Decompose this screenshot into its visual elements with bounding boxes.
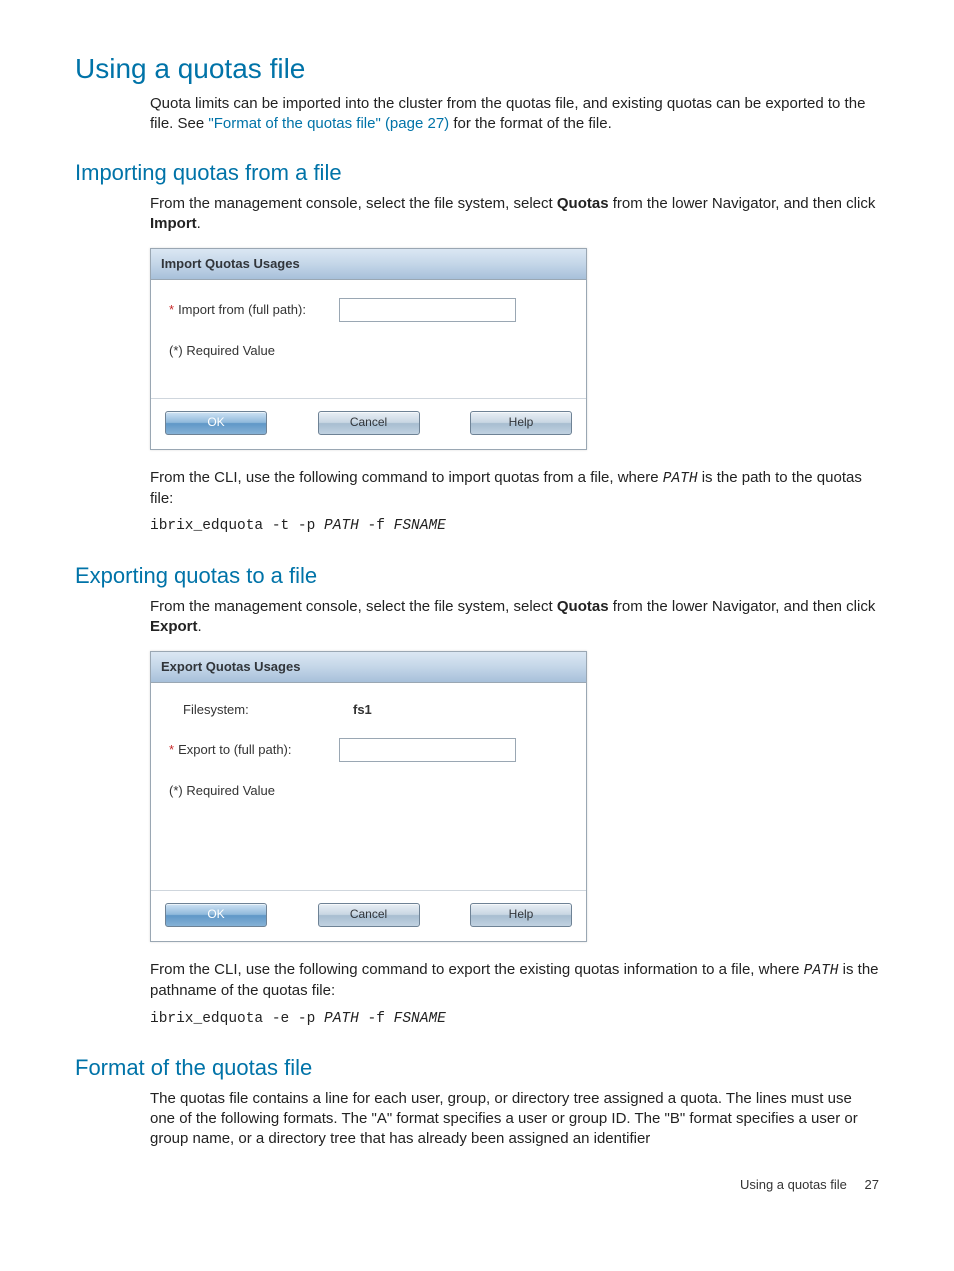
text: . <box>197 215 201 232</box>
cmd-text: -f <box>359 518 394 534</box>
export-label: Export <box>150 618 198 635</box>
export-quotas-dialog: Export Quotas Usages Filesystem: fs1 * Ex… <box>150 651 587 942</box>
text: From the CLI, use the following command … <box>150 469 663 486</box>
cmd-var: FSNAME <box>394 518 446 534</box>
text: From the management console, select the … <box>150 195 557 212</box>
help-button[interactable]: Help <box>470 411 572 435</box>
export-command: ibrix_edquota -e -p PATH -f FSNAME <box>150 1010 879 1030</box>
import-paragraph: From the management console, select the … <box>150 194 879 235</box>
page-title: Using a quotas file <box>75 50 879 88</box>
required-value-note: (*) Required Value <box>169 342 568 360</box>
filesystem-value: fs1 <box>353 701 372 719</box>
export-to-label: * Export to (full path): <box>169 741 339 759</box>
cmd-text: ibrix_edquota -t -p <box>150 518 324 534</box>
import-from-input[interactable] <box>339 298 516 322</box>
heading-importing: Importing quotas from a file <box>75 158 879 188</box>
text: From the management console, select the … <box>150 598 557 615</box>
intro-paragraph: Quota limits can be imported into the cl… <box>150 94 879 135</box>
format-xref-link[interactable]: "Format of the quotas file" (page 27) <box>208 115 449 132</box>
import-label: Import <box>150 215 197 232</box>
dialog-title: Export Quotas Usages <box>151 652 586 683</box>
required-asterisk-icon: * <box>169 742 174 757</box>
export-to-input[interactable] <box>339 738 516 762</box>
cancel-button[interactable]: Cancel <box>318 411 420 435</box>
cmd-var: FSNAME <box>394 1011 446 1027</box>
text: From the CLI, use the following command … <box>150 961 804 978</box>
path-var: PATH <box>663 471 698 487</box>
footer-text: Using a quotas file <box>740 1177 847 1192</box>
cmd-var: PATH <box>324 1011 359 1027</box>
heading-format: Format of the quotas file <box>75 1053 879 1083</box>
intro-text-post: for the format of the file. <box>449 115 612 132</box>
quotas-label: Quotas <box>557 598 609 615</box>
dialog-title: Import Quotas Usages <box>151 249 586 280</box>
label-text: Export to (full path): <box>178 742 291 757</box>
required-asterisk-icon: * <box>169 302 174 317</box>
cancel-button[interactable]: Cancel <box>318 903 420 927</box>
page-footer: Using a quotas file 27 <box>75 1176 879 1194</box>
export-paragraph: From the management console, select the … <box>150 597 879 638</box>
heading-exporting: Exporting quotas to a file <box>75 561 879 591</box>
label-text: Import from (full path): <box>178 302 306 317</box>
text: from the lower Navigator, and then click <box>609 195 876 212</box>
required-value-note: (*) Required Value <box>169 782 568 800</box>
help-button[interactable]: Help <box>470 903 572 927</box>
page-number: 27 <box>865 1177 879 1192</box>
cmd-text: ibrix_edquota -e -p <box>150 1011 324 1027</box>
cmd-text: -f <box>359 1011 394 1027</box>
import-command: ibrix_edquota -t -p PATH -f FSNAME <box>150 517 879 537</box>
dialog-footer: OK Cancel Help <box>151 890 586 941</box>
path-var: PATH <box>804 963 839 979</box>
import-quotas-dialog: Import Quotas Usages * Import from (full … <box>150 248 587 449</box>
filesystem-label: Filesystem: <box>169 701 353 719</box>
text: from the lower Navigator, and then click <box>609 598 876 615</box>
format-paragraph: The quotas file contains a line for each… <box>150 1089 879 1150</box>
dialog-footer: OK Cancel Help <box>151 398 586 449</box>
ok-button[interactable]: OK <box>165 411 267 435</box>
ok-button[interactable]: OK <box>165 903 267 927</box>
cmd-var: PATH <box>324 518 359 534</box>
export-cli-paragraph: From the CLI, use the following command … <box>150 960 879 1002</box>
quotas-label: Quotas <box>557 195 609 212</box>
import-from-label: * Import from (full path): <box>169 301 339 319</box>
text: . <box>198 618 202 635</box>
import-cli-paragraph: From the CLI, use the following command … <box>150 468 879 510</box>
